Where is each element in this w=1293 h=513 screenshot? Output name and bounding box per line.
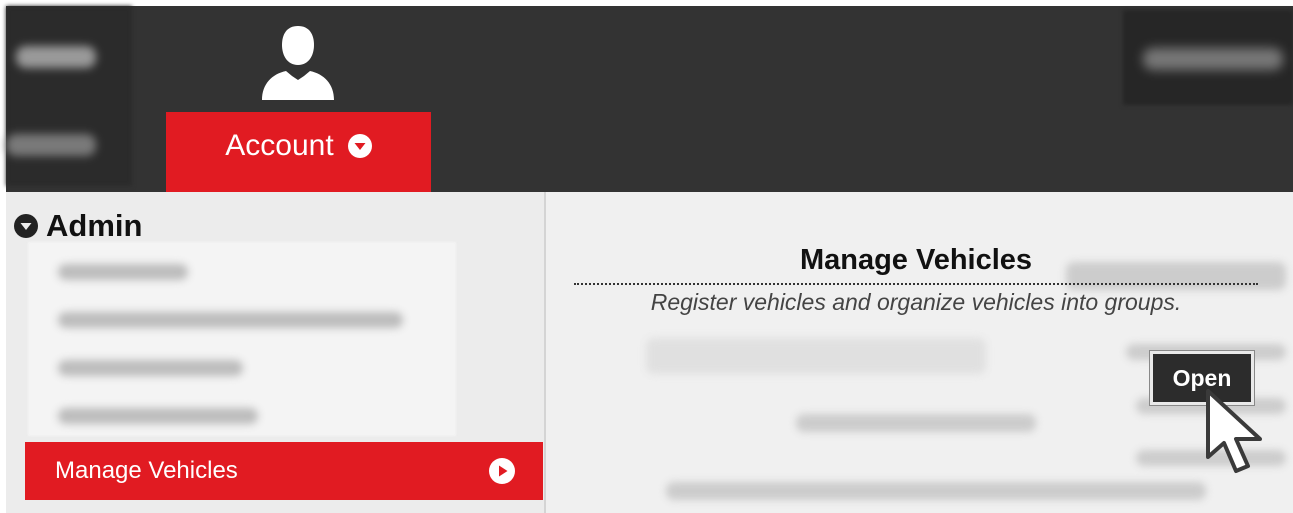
admin-section-title: Admin [46,208,143,243]
user-silhouette-icon [262,26,334,100]
tooltip-description: Register vehicles and organize vehicles … [650,289,1182,315]
blurred-left-nav [6,6,132,186]
play-circle-icon [489,458,515,484]
chevron-down-circle-icon [347,134,372,158]
chevron-down-circle-icon [14,214,38,238]
sidebar-item-manage-vehicles[interactable]: Manage Vehicles [25,442,543,500]
blurred-admin-menu-items[interactable] [28,242,456,436]
sidebar-item-label: Manage Vehicles [55,457,238,484]
account-tab-label: Account [225,129,334,162]
admin-section-header[interactable]: Admin [14,208,142,244]
blurred-back-button[interactable] [1123,10,1293,105]
account-tab[interactable]: Account [166,112,431,192]
tooltip-divider [574,283,1258,285]
mouse-pointer-icon [1206,389,1262,473]
tooltip-title: Manage Vehicles [799,244,1033,276]
